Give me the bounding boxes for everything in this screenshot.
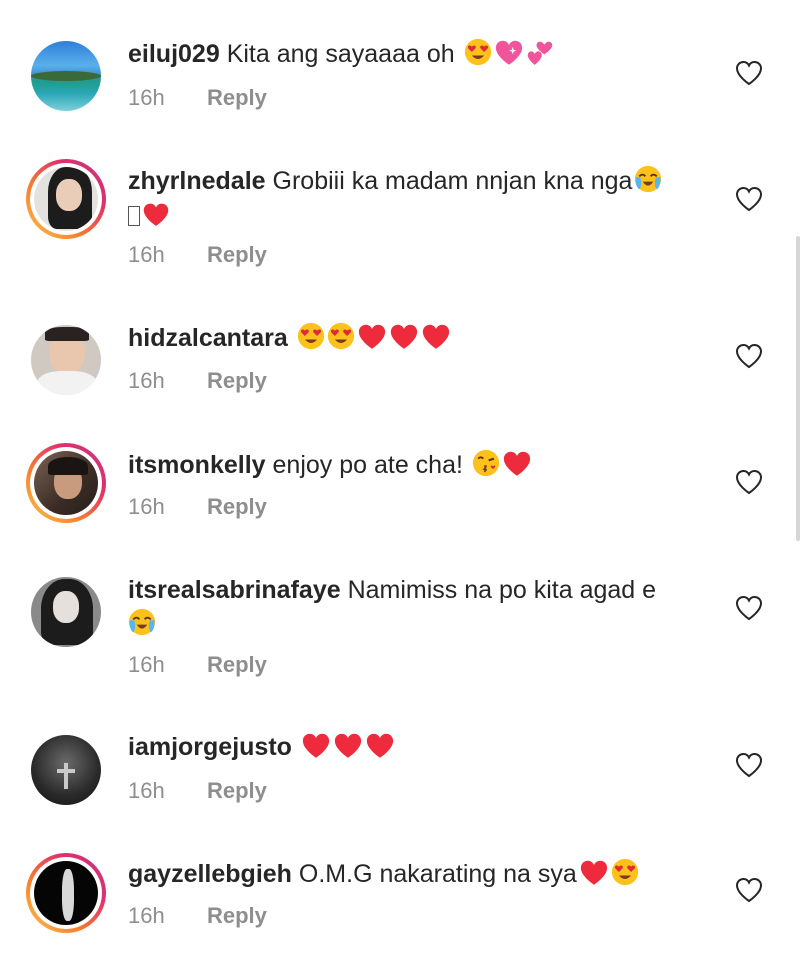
- heart-eyes-emoji: [464, 38, 492, 66]
- avatar[interactable]: [26, 730, 106, 810]
- comment-time: 16h: [128, 903, 165, 928]
- like-heart-icon[interactable]: [735, 469, 763, 495]
- reply-button[interactable]: Reply: [207, 494, 267, 519]
- red-heart-emoji: [365, 732, 395, 759]
- crying-face-emoji: [128, 608, 156, 636]
- red-heart-emoji: [389, 323, 419, 350]
- reply-button[interactable]: Reply: [207, 242, 267, 267]
- like-heart-icon[interactable]: [735, 752, 763, 778]
- comment-time: 16h: [128, 652, 165, 677]
- username[interactable]: hidzalcantara: [128, 324, 288, 352]
- comment-text: Namimiss na po kita agad e: [347, 576, 657, 604]
- like-heart-icon[interactable]: [735, 595, 763, 621]
- username[interactable]: itsmonkelly: [128, 451, 266, 479]
- red-heart-emoji: [357, 323, 387, 350]
- crying-face-emoji: [634, 165, 662, 193]
- username[interactable]: iamjorgejusto: [128, 733, 292, 761]
- kissing-face-emoji: [472, 449, 500, 477]
- comment-text: enjoy po ate cha!: [272, 451, 463, 479]
- comment-time: 16h: [128, 242, 165, 267]
- reply-button[interactable]: Reply: [207, 368, 267, 393]
- red-heart-emoji: [421, 323, 451, 350]
- avatar[interactable]: [26, 36, 106, 116]
- avatar[interactable]: [26, 320, 106, 400]
- heart-eyes-emoji: [297, 322, 325, 350]
- red-heart-emoji: [502, 450, 532, 477]
- reply-button[interactable]: Reply: [207, 652, 267, 677]
- avatar[interactable]: [26, 853, 106, 933]
- avatar[interactable]: [26, 572, 106, 652]
- comment-text: O.M.G nakarating na sya: [298, 860, 577, 888]
- like-heart-icon[interactable]: [735, 186, 763, 212]
- comment-time: 16h: [128, 778, 165, 803]
- reply-button[interactable]: Reply: [207, 778, 267, 803]
- comment-text: Grobiii ka madam nnjan kna nga: [272, 167, 633, 195]
- avatar[interactable]: [26, 159, 106, 239]
- like-heart-icon[interactable]: [735, 60, 763, 86]
- username[interactable]: gayzellebgieh: [128, 860, 292, 888]
- red-heart-emoji: [333, 732, 363, 759]
- two-hearts-emoji: [526, 41, 554, 66]
- red-heart-emoji: [142, 202, 170, 227]
- username[interactable]: eiluj029: [128, 40, 220, 68]
- sparkling-heart-emoji: [494, 39, 524, 66]
- heart-eyes-emoji: [327, 322, 355, 350]
- comment-time: 16h: [128, 85, 165, 110]
- heart-eyes-emoji: [611, 858, 639, 886]
- username[interactable]: itsrealsabrinafaye: [128, 576, 341, 604]
- comment-time: 16h: [128, 368, 165, 393]
- reply-button[interactable]: Reply: [207, 903, 267, 928]
- comment-text: Kita ang sayaaaa oh: [226, 40, 455, 68]
- scrollbar[interactable]: [796, 236, 800, 541]
- red-heart-emoji: [301, 732, 331, 759]
- reply-button[interactable]: Reply: [207, 85, 267, 110]
- username[interactable]: zhyrlnedale: [128, 167, 266, 195]
- red-heart-emoji: [579, 859, 609, 886]
- like-heart-icon[interactable]: [735, 877, 763, 903]
- unknown-glyph-icon: [128, 206, 140, 226]
- avatar[interactable]: [26, 443, 106, 523]
- like-heart-icon[interactable]: [735, 343, 763, 369]
- comment-time: 16h: [128, 494, 165, 519]
